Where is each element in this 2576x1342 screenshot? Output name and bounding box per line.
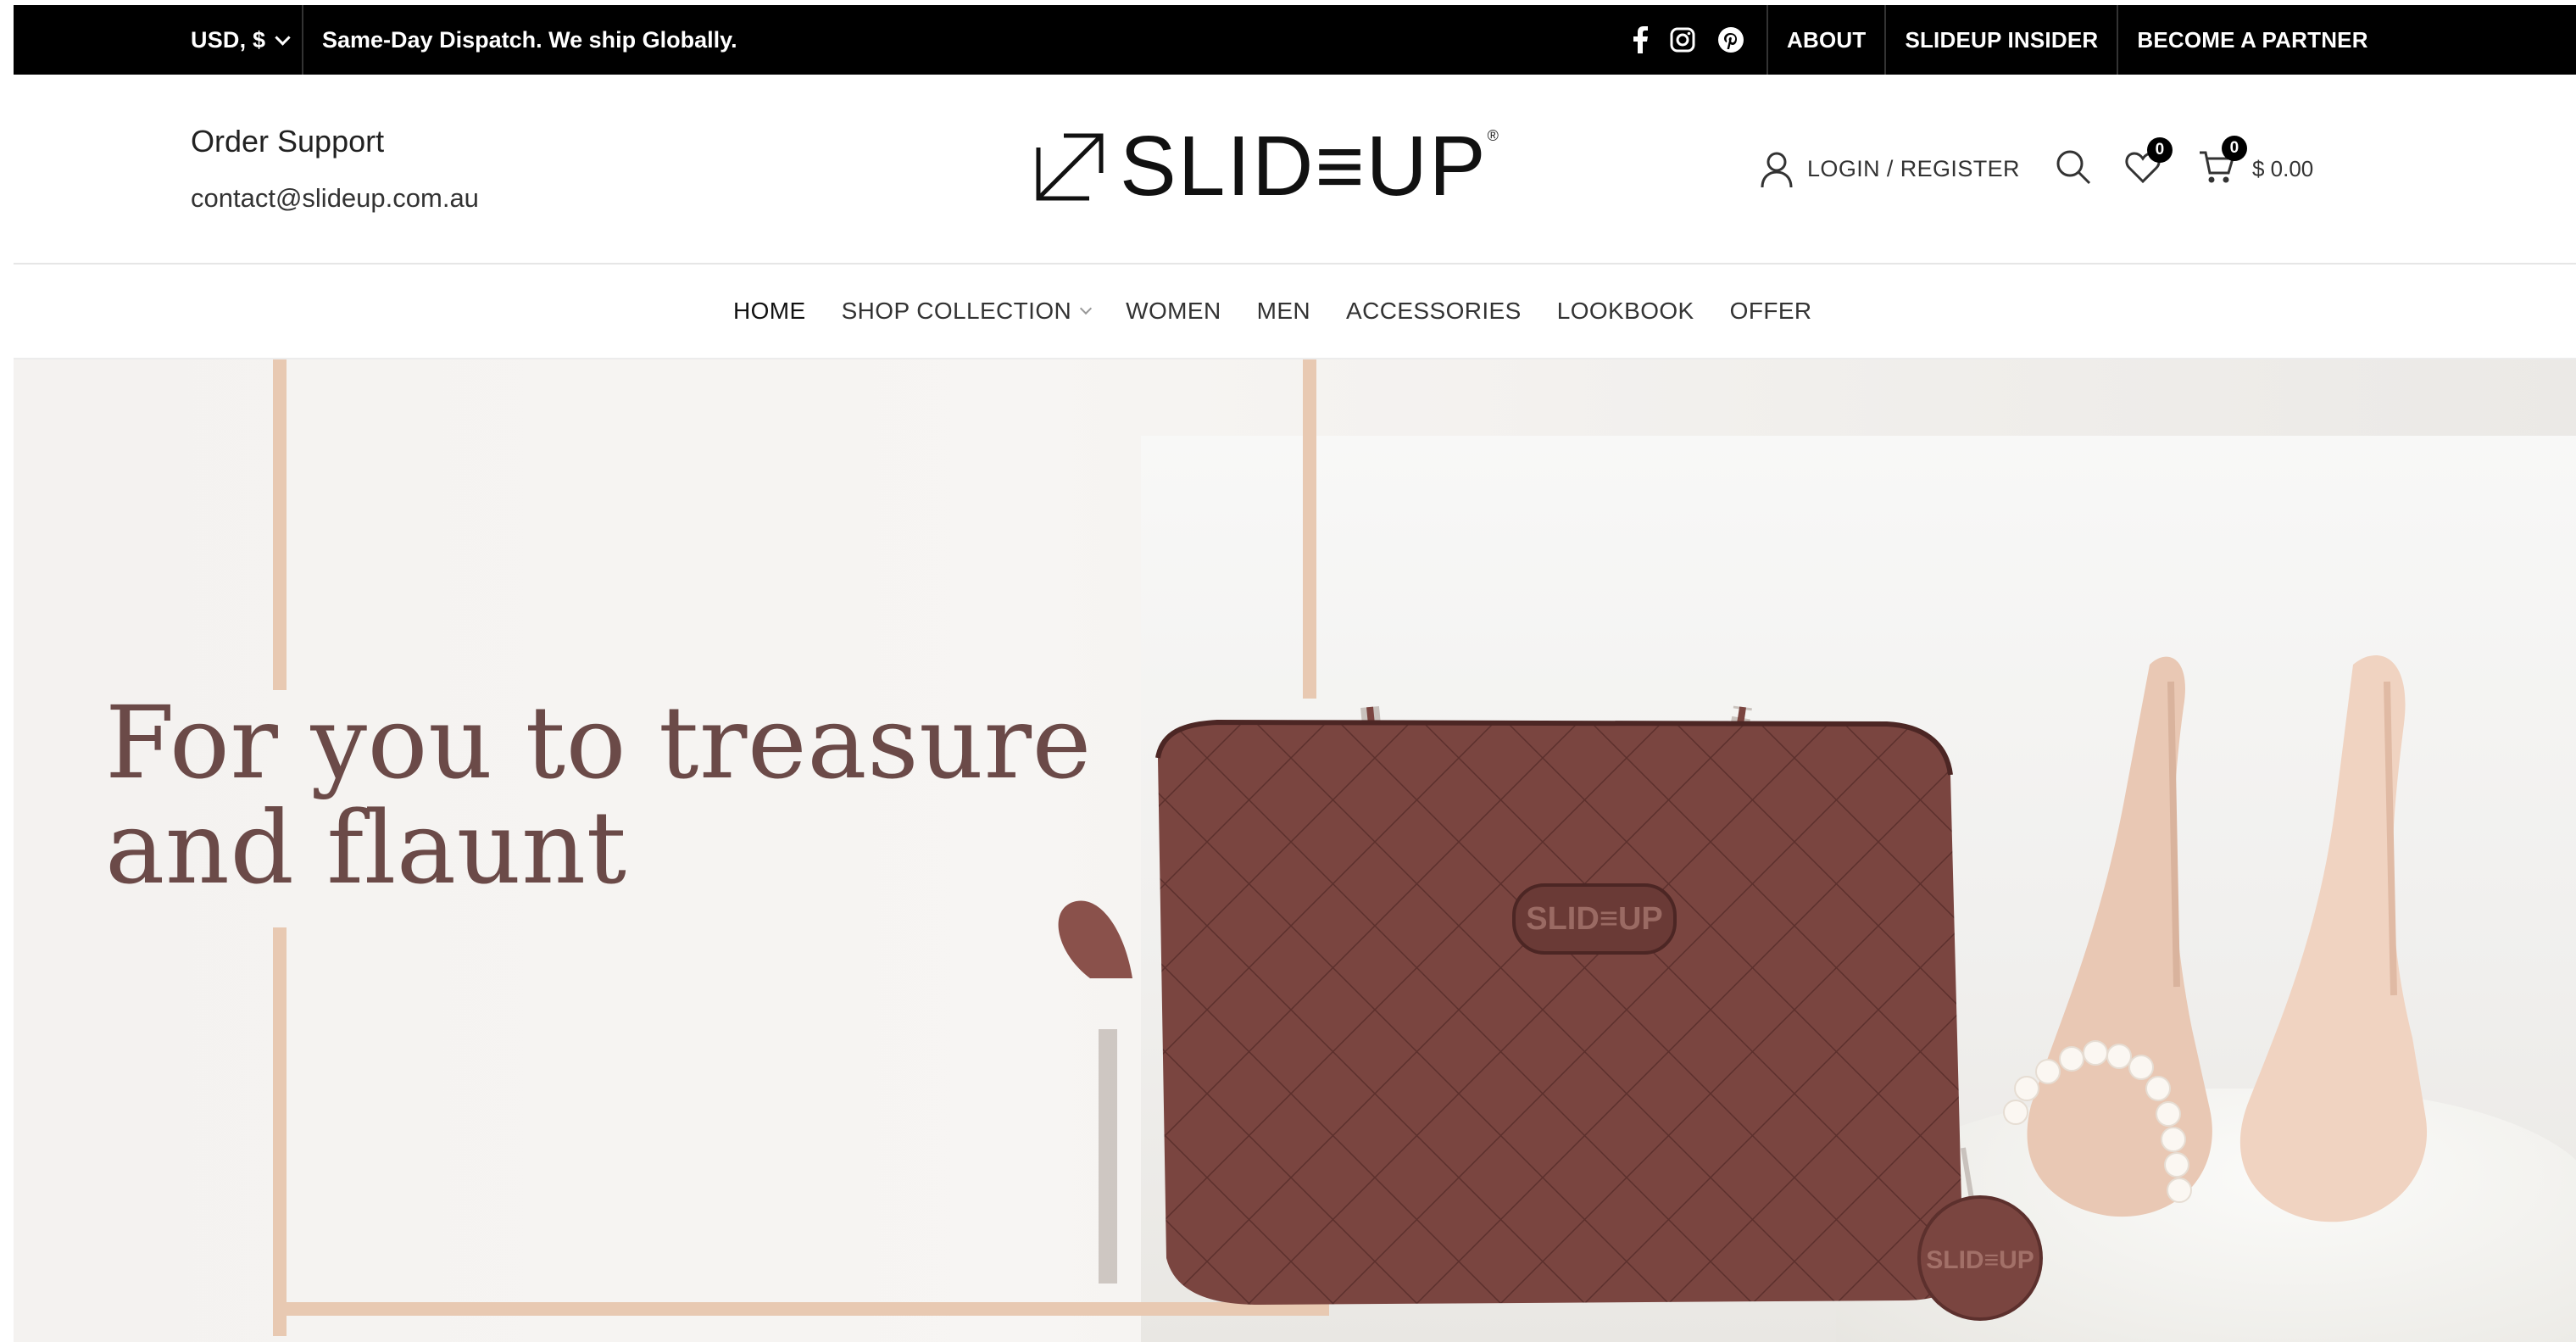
hero-headline: For you to treasure and flaunt: [105, 690, 1092, 900]
currency-selector[interactable]: USD, $: [191, 5, 291, 75]
site-header: Order Support contact@slideup.com.au SLI…: [14, 75, 2576, 265]
hero-banner[interactable]: For you to treasure and flaunt SLID≡UP S…: [14, 359, 2576, 1342]
nav-label: OFFER: [1729, 298, 1812, 324]
top-bar: USD, $ Same-Day Dispatch. We ship Global…: [14, 5, 2576, 75]
nav-item-home[interactable]: HOME: [733, 298, 806, 325]
search-button[interactable]: [2056, 149, 2091, 189]
top-link-about[interactable]: ABOUT: [1766, 5, 1884, 75]
promo-text: Same-Day Dispatch. We ship Globally.: [322, 26, 737, 53]
nav-label: LOOKBOOK: [1556, 298, 1694, 324]
search-icon: [2056, 150, 2091, 185]
cart-total[interactable]: $ 0.00: [2252, 156, 2313, 182]
nav-label: MEN: [1256, 298, 1311, 324]
nav-item-lookbook[interactable]: LOOKBOOK: [1557, 298, 1694, 325]
login-register-link[interactable]: LOGIN / REGISTER: [1760, 151, 2020, 188]
nav-item-men[interactable]: MEN: [1257, 298, 1310, 325]
frame-line-left-bottom: [273, 927, 287, 1336]
frame-line-left-top: [273, 359, 287, 690]
top-link-insider[interactable]: SLIDEUP INSIDER: [1884, 5, 2117, 75]
frame-line-right: [1303, 359, 1316, 699]
nav-label: SHOP COLLECTION: [841, 298, 1072, 324]
divider: [302, 5, 303, 75]
nav-item-women[interactable]: WOMEN: [1126, 298, 1221, 325]
order-support-email[interactable]: contact@slideup.com.au: [191, 183, 479, 214]
bag-logo-text: SLID≡UP: [1526, 901, 1663, 937]
quilted-handbag-image: SLID≡UP SLID≡UP: [1058, 705, 2043, 1321]
nav-item-shop-collection[interactable]: SHOP COLLECTION: [841, 298, 1093, 325]
header-actions: LOGIN / REGISTER 0 0 $ 0.00: [1760, 136, 2313, 189]
logo-arrow-icon: [1036, 133, 1104, 201]
nav-item-offer[interactable]: OFFER: [1730, 298, 1812, 325]
site-logo[interactable]: SLID≡UP ®: [1035, 124, 1499, 209]
chevron-down-icon: [275, 29, 291, 46]
nav-item-accessories[interactable]: ACCESSORIES: [1346, 298, 1522, 325]
cart-count-badge: 0: [2221, 136, 2247, 161]
hero-headline-line-2: and flaunt: [105, 789, 627, 906]
nav-label: WOMEN: [1126, 298, 1221, 324]
login-label: LOGIN / REGISTER: [1807, 156, 2020, 181]
top-links: ABOUT SLIDEUP INSIDER BECOME A PARTNER: [1766, 5, 2387, 75]
chevron-down-icon: [1080, 302, 1093, 315]
instagram-icon[interactable]: [1670, 27, 1695, 53]
bag-tag-text: SLID≡UP: [1926, 1246, 2034, 1274]
logo-text: SLID≡UP: [1120, 119, 1488, 214]
logo-registered-mark: ®: [1487, 127, 1499, 144]
hero-headline-line-1: For you to treasure: [105, 684, 1092, 801]
pinterest-icon[interactable]: [1717, 26, 1744, 53]
main-nav: HOME SHOP COLLECTION WOMEN MEN ACCESSORI…: [14, 265, 2576, 359]
nav-label: HOME: [733, 298, 806, 324]
order-support-title: Order Support: [191, 124, 385, 159]
page: USD, $ Same-Day Dispatch. We ship Global…: [14, 5, 2576, 1342]
social-links: [1633, 5, 1744, 75]
nav-label: ACCESSORIES: [1346, 298, 1522, 324]
wishlist-count-badge: 0: [2146, 137, 2173, 163]
facebook-icon[interactable]: [1633, 26, 1648, 53]
wishlist-button[interactable]: 0: [2125, 137, 2173, 187]
currency-label: USD, $: [191, 26, 266, 53]
top-link-partner[interactable]: BECOME A PARTNER: [2117, 5, 2386, 75]
cart-button[interactable]: 0: [2198, 136, 2247, 189]
user-icon: [1761, 152, 1793, 187]
